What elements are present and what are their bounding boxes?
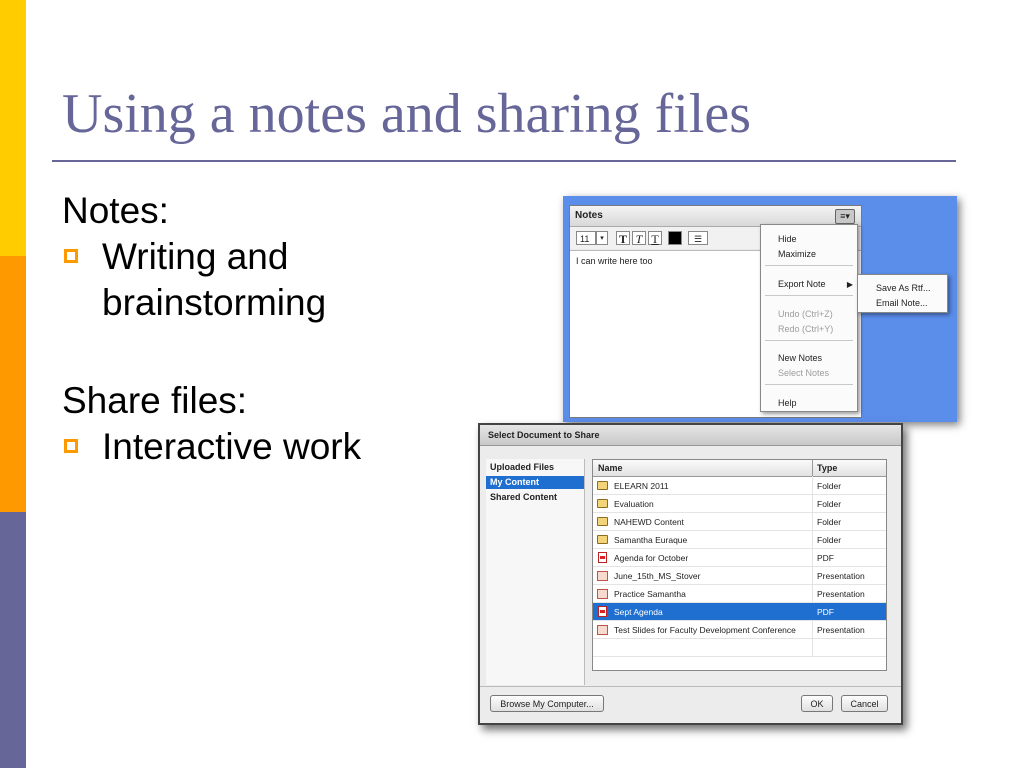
square-bullet-icon [64,439,78,453]
cancel-button[interactable]: Cancel [841,695,888,712]
italic-icon[interactable]: T [632,231,646,246]
table-row[interactable]: Test Slides for Faculty Development Conf… [593,621,886,639]
table-row[interactable]: Samantha Euraque Folder [593,531,886,549]
row-type: Folder [817,517,842,527]
browse-my-computer-button[interactable]: Browse My Computer... [490,695,604,712]
table-row[interactable]: ELEARN 2011 Folder [593,477,886,495]
notes-content: I can write here too [576,256,653,266]
presentation-icon [597,589,608,599]
bullet-text: Interactive work [102,426,362,467]
dialog-title: Select Document to Share [488,430,600,440]
share-heading: Share files: [62,380,248,421]
row-name: Sept Agenda [614,607,663,617]
folder-icon [597,535,608,544]
menu-item-undo[interactable]: Undo (Ctrl+Z) [778,309,833,319]
content-nav: Uploaded Files My Content Shared Content [486,459,585,685]
folder-icon [597,517,608,526]
notes-title: Notes [575,210,603,221]
chevron-down-icon[interactable]: ▾ [596,231,608,245]
row-type: Folder [817,499,842,509]
row-type: Folder [817,481,842,491]
square-bullet-icon [64,249,78,263]
row-type: Presentation [817,571,865,581]
folder-icon [597,499,608,508]
table-row[interactable]: Practice Samantha Presentation [593,585,886,603]
menu-item-help[interactable]: Help [778,398,797,408]
table-row[interactable]: Evaluation Folder [593,495,886,513]
menu-item-maximize[interactable]: Maximize [778,249,816,259]
pdf-icon [598,552,607,563]
file-table: Name Type ELEARN 2011 Folder Evaluation … [592,459,887,671]
column-header-name[interactable]: Name [598,463,623,473]
notes-screenshot: Notes ≡▾ 11 ▾ T T T ☰ I can write here t… [563,196,957,422]
row-type: Folder [817,535,842,545]
row-type: PDF [817,553,834,563]
table-row[interactable]: Agenda for October PDF [593,549,886,567]
select-document-dialog: Select Document to Share Uploaded Files … [478,423,903,725]
row-name: Samantha Euraque [614,535,688,545]
table-header: Name Type [593,460,886,477]
export-submenu: Save As Rtf... Email Note... [857,274,948,313]
ok-button[interactable]: OK [801,695,833,712]
table-row-selected[interactable]: Sept Agenda PDF [593,603,886,621]
dialog-titlebar: Select Document to Share [480,425,901,446]
row-name: ELEARN 2011 [614,481,669,491]
table-row-empty [593,639,886,657]
row-name: NAHEWD Content [614,517,684,527]
color-bar-orange [0,256,26,512]
row-name: Evaluation [614,499,654,509]
menu-item-hide[interactable]: Hide [778,234,797,244]
row-name: Agenda for October [614,553,689,563]
menu-item-new-notes[interactable]: New Notes [778,353,822,363]
menu-item-save-as-rtf[interactable]: Save As Rtf... [876,283,931,293]
menu-item-export-note[interactable]: Export Note [778,279,826,289]
table-row[interactable]: NAHEWD Content Folder [593,513,886,531]
notes-heading: Notes: [62,190,169,231]
row-type: Presentation [817,589,865,599]
color-bar-yellow [0,0,26,256]
bullet-list-icon[interactable]: ☰ [688,231,708,245]
row-name: Practice Samantha [614,589,686,599]
pdf-icon [598,606,607,617]
bullet-item: Interactive work [62,424,462,470]
text-color-icon[interactable] [668,231,682,245]
presentation-icon [597,571,608,581]
menu-item-select-notes[interactable]: Select Notes [778,368,829,378]
title-underline [52,160,956,162]
bullet-item: Writing and brainstorming [62,234,462,326]
row-type: PDF [817,607,834,617]
pod-options-menu: Hide Maximize Export Note ▶ Undo (Ctrl+Z… [760,224,858,412]
nav-item-shared-content[interactable]: Shared Content [486,491,584,504]
row-name: Test Slides for Faculty Development Conf… [614,625,796,635]
slide-title: Using a notes and sharing files [62,83,751,145]
bullet-text: Writing and brainstorming [102,236,327,323]
menu-item-email-note[interactable]: Email Note... [876,298,928,308]
menu-item-redo[interactable]: Redo (Ctrl+Y) [778,324,833,334]
nav-item-uploaded-files[interactable]: Uploaded Files [486,461,584,474]
bold-icon[interactable]: T [616,231,630,246]
table-row[interactable]: June_15th_MS_Stover Presentation [593,567,886,585]
presentation-icon [597,625,608,635]
folder-icon [597,481,608,490]
slide-body: Notes: Writing and brainstorming Share f… [62,188,462,470]
font-size-select[interactable]: 11 [576,231,596,245]
row-name: June_15th_MS_Stover [614,571,701,581]
row-type: Presentation [817,625,865,635]
submenu-arrow-icon: ▶ [846,280,853,289]
column-header-type[interactable]: Type [817,463,837,473]
slide-color-bar [0,0,26,768]
color-bar-purple [0,512,26,768]
nav-item-my-content[interactable]: My Content [486,476,584,489]
underline-icon[interactable]: T [648,231,662,246]
pod-options-menu-icon[interactable]: ≡▾ [835,209,855,224]
